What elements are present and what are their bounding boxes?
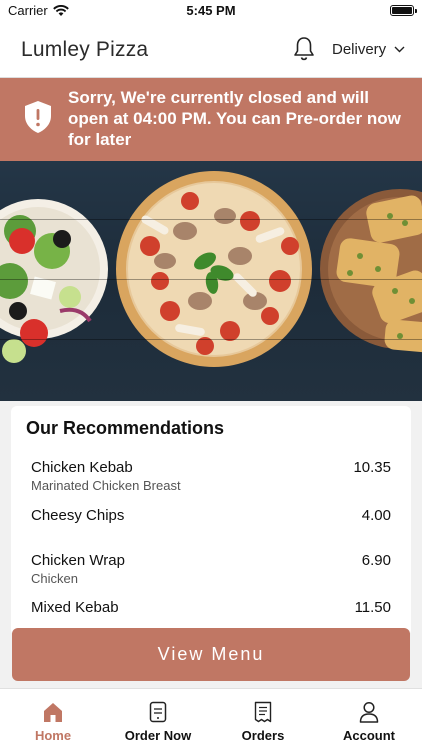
- hero-food-image: [0, 161, 422, 401]
- tab-order-now[interactable]: Order Now: [113, 701, 203, 743]
- status-time: 5:45 PM: [186, 3, 236, 18]
- app-header: Lumley Pizza Delivery: [0, 22, 422, 78]
- app-screen: Carrier 5:45 PM Lumley Pizza Delivery So…: [0, 0, 422, 750]
- tab-account-label: Account: [343, 728, 395, 743]
- receipt-icon: [254, 701, 272, 723]
- shield-alert-icon: [25, 101, 51, 133]
- menu-item[interactable]: Cheesy Chips 4.00: [31, 507, 391, 524]
- view-menu-button[interactable]: View Menu: [12, 628, 410, 681]
- bell-icon[interactable]: [292, 36, 316, 62]
- home-icon: [44, 703, 62, 722]
- tab-home[interactable]: Home: [8, 701, 98, 743]
- menu-item-name: Mixed Kebab: [31, 599, 119, 616]
- order-icon: [149, 701, 167, 723]
- status-bar: Carrier 5:45 PM: [0, 0, 422, 22]
- delivery-mode-label: Delivery: [332, 41, 387, 58]
- bottom-tab-bar: Home Order Now Orders Account: [0, 688, 422, 750]
- tab-order-now-label: Order Now: [124, 728, 192, 743]
- recommendations-card: Our Recommendations Chicken Kebab Marina…: [11, 406, 411, 636]
- chevron-down-icon: [394, 46, 405, 53]
- menu-item-name: Cheesy Chips: [31, 507, 125, 524]
- menu-item-price: 6.90: [361, 552, 391, 569]
- tab-account[interactable]: Account: [324, 701, 414, 743]
- tab-home-label: Home: [34, 728, 72, 743]
- menu-item[interactable]: Chicken Kebab Marinated Chicken Breast 1…: [31, 459, 391, 493]
- menu-item-price: 10.35: [353, 459, 391, 476]
- menu-item-name: Chicken Kebab: [31, 459, 133, 476]
- food-illustration: [0, 171, 422, 367]
- menu-item[interactable]: Chicken Wrap Chicken 6.90: [31, 552, 391, 586]
- menu-item[interactable]: Mixed Kebab 11.50: [31, 599, 391, 616]
- tab-orders[interactable]: Orders: [218, 701, 308, 743]
- menu-item-name: Chicken Wrap: [31, 552, 125, 569]
- restaurant-title: Lumley Pizza: [21, 38, 149, 61]
- delivery-mode-selector[interactable]: Delivery: [332, 41, 405, 58]
- person-icon: [359, 701, 379, 723]
- closed-banner: Sorry, We're currently closed and will o…: [0, 78, 422, 161]
- menu-item-description: Marinated Chicken Breast: [31, 478, 181, 493]
- battery-icon: [390, 5, 417, 16]
- closed-message: Sorry, We're currently closed and will o…: [68, 88, 401, 149]
- tab-orders-label: Orders: [241, 728, 285, 743]
- menu-item-description: Chicken: [31, 571, 78, 586]
- menu-item-price: 11.50: [354, 599, 391, 616]
- recommendations-heading: Our Recommendations: [26, 418, 225, 438]
- menu-item-price: 4.00: [361, 507, 391, 524]
